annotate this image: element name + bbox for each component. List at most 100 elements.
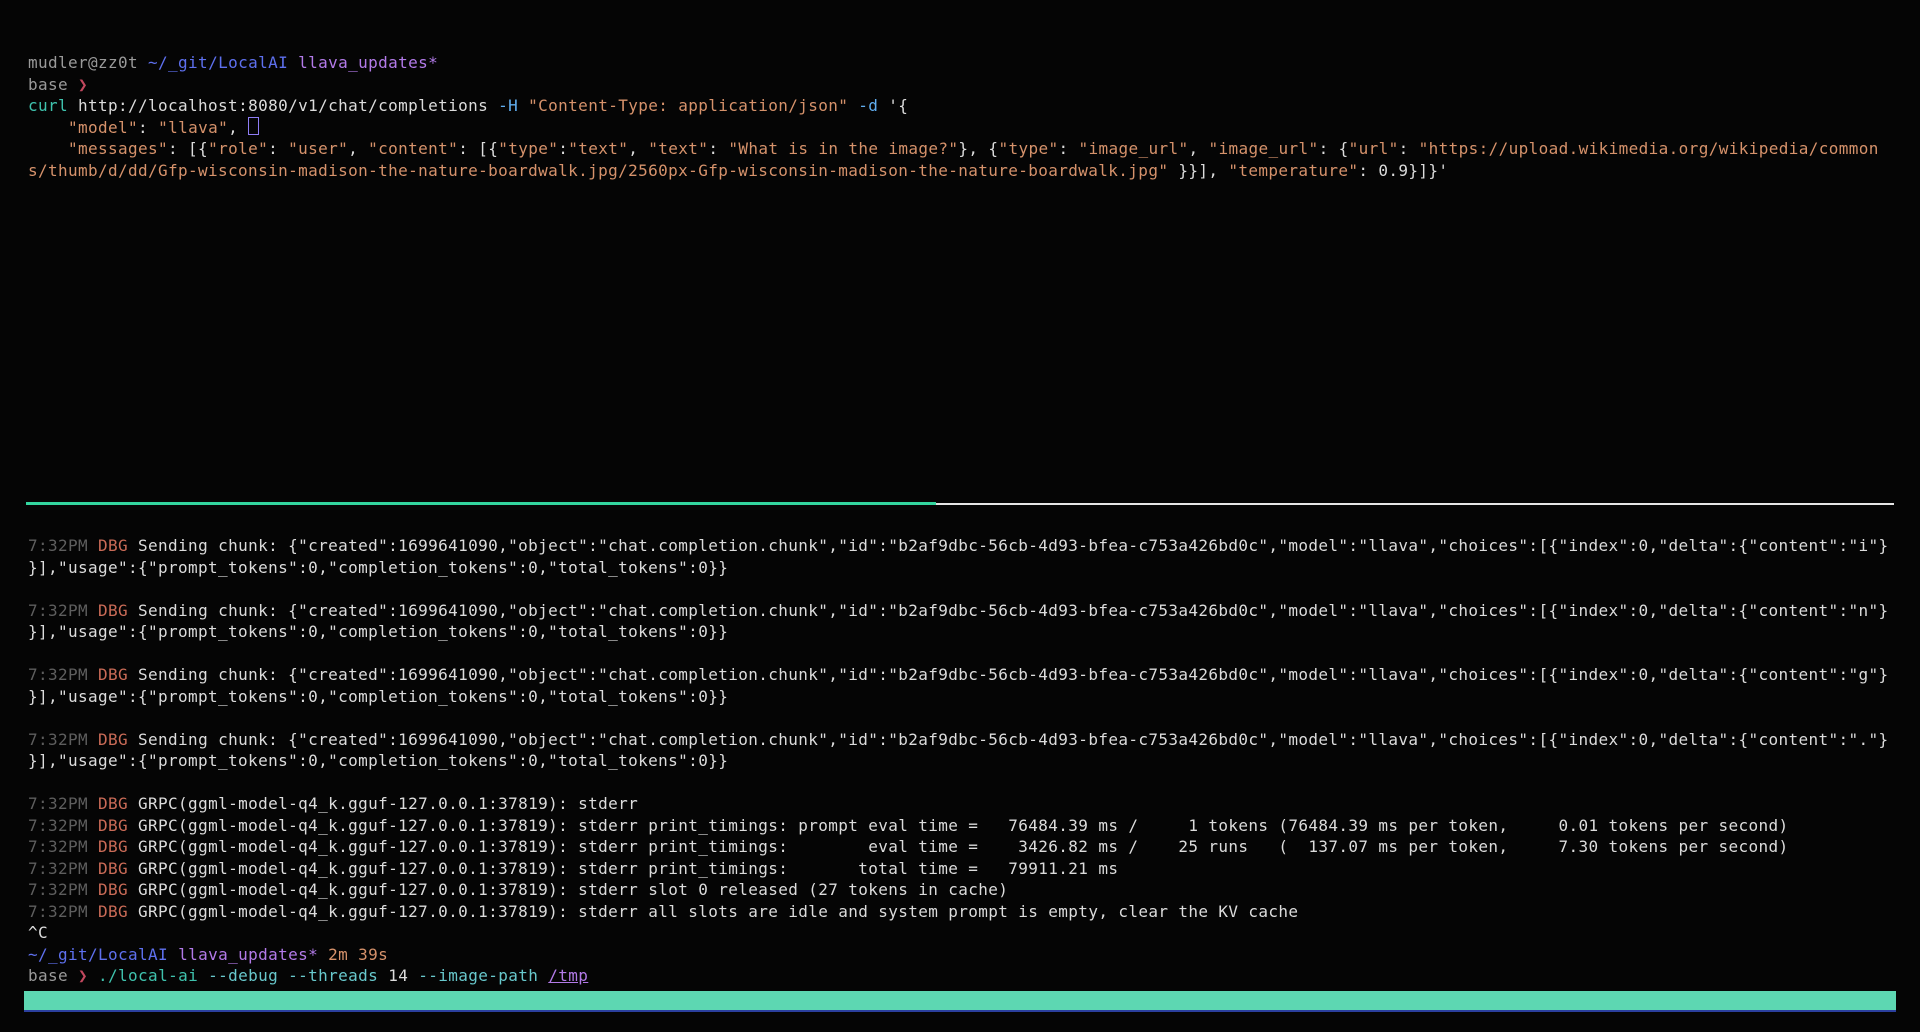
text-segment: : [138,118,158,137]
text-segment [408,966,418,985]
text-segment: "model" [68,118,138,137]
text-cursor [248,117,259,135]
text-segment: "What is in the image?" [728,139,958,158]
text-segment: 7:32PM [28,837,98,856]
text-segment: --image-path [418,966,538,985]
terminal-screen: mudler@zz0t ~/_git/LocalAI llava_updates… [0,0,1920,1032]
text-segment: "Content-Type: application/json" [528,96,848,115]
text-segment: GRPC(ggml-model-q4_k.gguf-127.0.0.1:3781… [138,859,1118,878]
text-segment: -d [858,96,878,115]
text-segment: : [{ [458,139,498,158]
text-segment: DBG [98,902,138,921]
text-segment: DBG [98,816,138,835]
text-segment: --threads [288,966,378,985]
terminal-line: 7:32PM DBG Sending chunk: {"created":169… [28,664,1916,686]
text-segment: }, { [958,139,998,158]
text-segment: s/thumb/d/dd/Gfp-wisconsin-madison-the-n… [28,161,1168,180]
terminal-line: base ❯ [28,74,1916,96]
text-segment: : [708,139,728,158]
text-segment: }],"usage":{"prompt_tokens":0,"completio… [28,751,728,770]
text-segment: llava_updates* [288,53,438,72]
text-segment: "content" [368,139,458,158]
text-segment [28,118,68,137]
text-segment: DBG [98,730,138,749]
text-segment: curl [28,96,68,115]
text-segment: , [348,139,368,158]
terminal-line: 7:32PM DBG GRPC(ggml-model-q4_k.gguf-127… [28,793,1916,815]
terminal-line: "messages": [{"role": "user", "content":… [28,138,1916,160]
text-segment: 7:32PM [28,601,98,620]
text-segment: DBG [98,794,138,813]
terminal-pane-bottom[interactable]: 7:32PM DBG Sending chunk: {"created":169… [0,505,1920,987]
text-segment: ./local-ai [98,966,198,985]
text-segment: ^C [28,923,48,942]
text-segment: "messages" [68,139,168,158]
terminal-pane-top[interactable]: mudler@zz0t ~/_git/LocalAI llava_updates… [0,0,1920,502]
text-segment: DBG [98,859,138,878]
text-segment: }],"usage":{"prompt_tokens":0,"completio… [28,687,728,706]
text-segment [848,96,858,115]
text-segment: DBG [98,536,138,555]
text-segment: : [{ [168,139,208,158]
text-segment: Sending chunk: {"created":1699641090,"ob… [138,601,1889,620]
text-segment: : [1058,139,1078,158]
text-segment: : [558,139,568,158]
text-segment: base [28,75,78,94]
terminal-line: }],"usage":{"prompt_tokens":0,"completio… [28,557,1916,579]
text-segment: 7:32PM [28,902,98,921]
text-segment: 7:32PM [28,665,98,684]
text-segment [28,139,68,158]
text-segment: GRPC(ggml-model-q4_k.gguf-127.0.0.1:3781… [138,837,1788,856]
text-segment: : [1399,139,1419,158]
text-segment: GRPC(ggml-model-q4_k.gguf-127.0.0.1:3781… [138,794,638,813]
text-segment: "image_url" [1209,139,1319,158]
text-segment: -H [498,96,518,115]
terminal-line [28,772,1916,794]
text-segment: 14 [388,966,408,985]
text-segment: DBG [98,601,138,620]
text-segment [518,96,528,115]
text-segment: 7:32PM [28,816,98,835]
tmux-window-list[interactable]: [0] <0:zsh 21:zsh 22:zsh 23:zsh 24:zsh 2… [64,1010,1896,1012]
text-segment: , [628,139,648,158]
text-segment: 2m 39s [328,945,388,964]
terminal-line [28,643,1916,665]
text-segment: "temperature" [1228,161,1358,180]
text-segment: 7:32PM [28,730,98,749]
text-segment: GRPC(ggml-model-q4_k.gguf-127.0.0.1:3781… [138,880,1008,899]
text-segment: GRPC(ggml-model-q4_k.gguf-127.0.0.1:3781… [138,902,1298,921]
text-segment: 7:32PM [28,536,98,555]
text-segment: }],"usage":{"prompt_tokens":0,"completio… [28,622,728,641]
terminal-line: ~/_git/LocalAI llava_updates* 2m 39s [28,944,1916,966]
terminal-line: 7:32PM DBG GRPC(ggml-model-q4_k.gguf-127… [28,858,1916,880]
text-segment: DBG [98,665,138,684]
terminal-line: curl http://localhost:8080/v1/chat/compl… [28,95,1916,117]
text-segment: mudler@zz0t [28,53,148,72]
text-segment: /tmp [548,966,588,985]
terminal-line [28,707,1916,729]
text-segment: }],"usage":{"prompt_tokens":0,"completio… [28,558,728,577]
text-segment: base [28,966,78,985]
text-segment: --debug [208,966,278,985]
text-segment: DBG [98,837,138,856]
text-segment: : 0.9}]}' [1358,161,1448,180]
terminal-line: 7:32PM DBG GRPC(ggml-model-q4_k.gguf-127… [28,879,1916,901]
text-segment: "llava" [158,118,228,137]
terminal-line: 7:32PM DBG Sending chunk: {"created":169… [28,535,1916,557]
text-segment: "type" [498,139,558,158]
terminal-line: }],"usage":{"prompt_tokens":0,"completio… [28,750,1916,772]
text-segment: 7:32PM [28,794,98,813]
tmux-status-bar[interactable]: [0] <0:zsh 21:zsh 22:zsh 23:zsh 24:zsh 2… [24,991,1896,1012]
text-segment: 7:32PM [28,880,98,899]
text-segment: DBG [98,880,138,899]
text-segment: "role" [208,139,268,158]
text-segment: ~/_git/LocalAI [148,53,288,72]
terminal-line: }],"usage":{"prompt_tokens":0,"completio… [28,621,1916,643]
text-segment: 7:32PM [28,859,98,878]
text-segment [278,966,288,985]
terminal-line: }],"usage":{"prompt_tokens":0,"completio… [28,686,1916,708]
terminal-line: base ❯ ./local-ai --debug --threads 14 -… [28,965,1916,987]
text-segment: ~/_git/LocalAI [28,945,168,964]
text-segment: "type" [998,139,1058,158]
text-segment [168,945,178,964]
